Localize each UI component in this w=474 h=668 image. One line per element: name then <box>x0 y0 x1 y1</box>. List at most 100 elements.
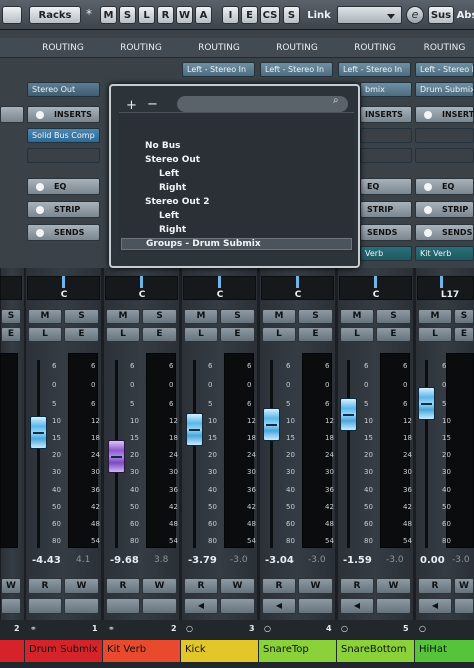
remove-bus-button[interactable]: − <box>147 97 158 112</box>
write-automation-button[interactable]: W <box>64 578 99 594</box>
eq-panel-button[interactable]: EQ <box>360 178 412 195</box>
inserts-panel-button[interactable]: INSERTS <box>415 106 474 123</box>
listen-button[interactable]: L <box>28 327 62 342</box>
read-automation-button[interactable]: R <box>184 578 218 594</box>
bus-option[interactable]: No Bus <box>145 141 180 151</box>
solo-button[interactable]: S <box>220 309 255 324</box>
sends-panel-button[interactable]: SENDS <box>415 224 474 241</box>
write-automation-button[interactable]: W <box>220 578 255 594</box>
solo-button[interactable]: S <box>454 309 474 324</box>
pan-control[interactable] <box>0 276 22 300</box>
solo-button[interactable]: S <box>64 309 99 324</box>
edit-button[interactable]: E <box>142 327 177 342</box>
mute-button[interactable]: M <box>262 309 296 324</box>
insert-slot-empty[interactable] <box>360 148 412 163</box>
sends-bypass-button[interactable]: S <box>283 6 300 24</box>
inserts-panel-button[interactable] <box>0 106 24 123</box>
link-dropdown[interactable] <box>337 6 402 24</box>
insert-slot[interactable]: Solid Bus Comp <box>27 128 100 143</box>
read-automation-button[interactable]: R <box>262 578 296 594</box>
listen-button[interactable]: L <box>262 327 296 342</box>
strip-panel-button[interactable]: STRIP <box>27 201 100 218</box>
speaker-button[interactable]: ◀ <box>340 598 374 614</box>
bypass-button[interactable] <box>454 598 474 614</box>
listen-button[interactable]: L <box>184 327 218 342</box>
listen-button[interactable]: L <box>106 327 140 342</box>
mute-all-button[interactable]: M <box>100 6 117 24</box>
channel-name[interactable]: SnareBottom <box>337 640 414 662</box>
sends-panel-button[interactable]: SENDS <box>27 224 100 241</box>
write-automation-button[interactable]: W <box>298 578 333 594</box>
sends-panel-button[interactable]: SENDS <box>360 224 412 241</box>
write-automation-button[interactable]: W <box>142 578 177 594</box>
write-automation-button[interactable]: W <box>1 578 21 594</box>
channel-name[interactable]: Drum Submix <box>25 640 102 662</box>
listen-button[interactable]: L <box>418 327 452 342</box>
bus-option[interactable]: Right <box>159 225 186 235</box>
read-automation-button[interactable]: R <box>106 578 140 594</box>
bypass-button[interactable] <box>298 598 333 614</box>
speaker-button[interactable]: ◀ <box>418 598 452 614</box>
volume-value[interactable]: -3.04 <box>265 555 294 573</box>
listen-button[interactable]: L <box>138 6 155 24</box>
speaker-button[interactable]: ◀ <box>184 598 218 614</box>
solo-all-button[interactable]: S <box>119 6 136 24</box>
volume-fader[interactable] <box>30 416 47 449</box>
inserts-panel-button[interactable]: INSERTS <box>360 106 412 123</box>
bypass-button[interactable] <box>142 598 177 614</box>
output-routing-slot[interactable]: Drum Submix <box>415 82 474 97</box>
send-slot[interactable]: Verb <box>360 246 412 261</box>
bypass-button[interactable] <box>220 598 255 614</box>
bypass-button[interactable] <box>64 598 99 614</box>
bus-option[interactable]: Stereo Out <box>145 155 200 165</box>
volume-fader[interactable] <box>263 408 280 441</box>
speaker-button[interactable]: ◀ <box>262 598 296 614</box>
channel-name[interactable]: HiHat <box>415 640 474 662</box>
cs-bypass-button[interactable]: CS <box>260 6 280 24</box>
read-automation-button[interactable]: R <box>418 578 452 594</box>
write-button[interactable]: W <box>176 6 193 24</box>
write-automation-button[interactable]: W <box>376 578 411 594</box>
insert-slot-empty[interactable] <box>360 128 412 143</box>
volume-fader[interactable] <box>186 413 203 446</box>
search-input[interactable] <box>177 96 348 112</box>
volume-value[interactable]: -1.59 <box>343 555 372 573</box>
channel-name[interactable]: Kick <box>181 640 258 662</box>
listen-button[interactable]: L <box>340 327 374 342</box>
volume-value[interactable]: -9.68 <box>110 555 139 573</box>
solo-button[interactable]: S <box>298 309 333 324</box>
volume-fader[interactable] <box>418 387 435 420</box>
suspend-button[interactable]: Sus <box>428 6 454 24</box>
eq-bypass-button[interactable]: E <box>241 6 258 24</box>
eq-panel-button[interactable]: EQ <box>27 178 100 195</box>
write-automation-button[interactable]: W <box>454 578 474 594</box>
edit-button[interactable]: E <box>376 327 411 342</box>
read-button[interactable]: R <box>157 6 174 24</box>
edit-button[interactable]: E <box>220 327 255 342</box>
toolbar-left-button[interactable] <box>2 6 22 24</box>
insert-slot-empty[interactable] <box>415 148 474 163</box>
channel-name[interactable] <box>0 640 24 662</box>
eq-panel-button[interactable]: EQ <box>415 178 474 195</box>
solo-button[interactable]: S <box>1 309 21 324</box>
bus-option[interactable]: Stereo Out 2 <box>145 197 210 207</box>
bypass-button[interactable] <box>28 598 62 614</box>
volume-value[interactable]: 0.00 <box>420 555 445 573</box>
automation-button[interactable]: A <box>195 6 212 24</box>
bypass-button[interactable] <box>1 598 21 614</box>
inserts-bypass-button[interactable]: I <box>222 6 239 24</box>
read-automation-button[interactable]: R <box>340 578 374 594</box>
input-routing-slot[interactable]: Left - Stereo In <box>260 62 333 77</box>
bus-option[interactable]: Left <box>159 211 179 221</box>
send-slot[interactable]: Kit Verb <box>415 246 474 261</box>
edit-button[interactable]: E <box>454 327 474 342</box>
input-routing-slot[interactable]: Left - Stereo In <box>338 62 411 77</box>
bus-option-selected[interactable]: Groups - Drum Submix <box>121 238 352 250</box>
bypass-button[interactable] <box>376 598 411 614</box>
edit-button[interactable]: E <box>298 327 333 342</box>
volume-fader[interactable] <box>340 398 357 431</box>
add-bus-button[interactable]: + <box>126 98 137 113</box>
input-routing-slot[interactable]: Left - Stereo In <box>182 62 255 77</box>
output-routing-slot[interactable]: bmix <box>360 82 412 97</box>
mute-button[interactable]: M <box>418 309 452 324</box>
